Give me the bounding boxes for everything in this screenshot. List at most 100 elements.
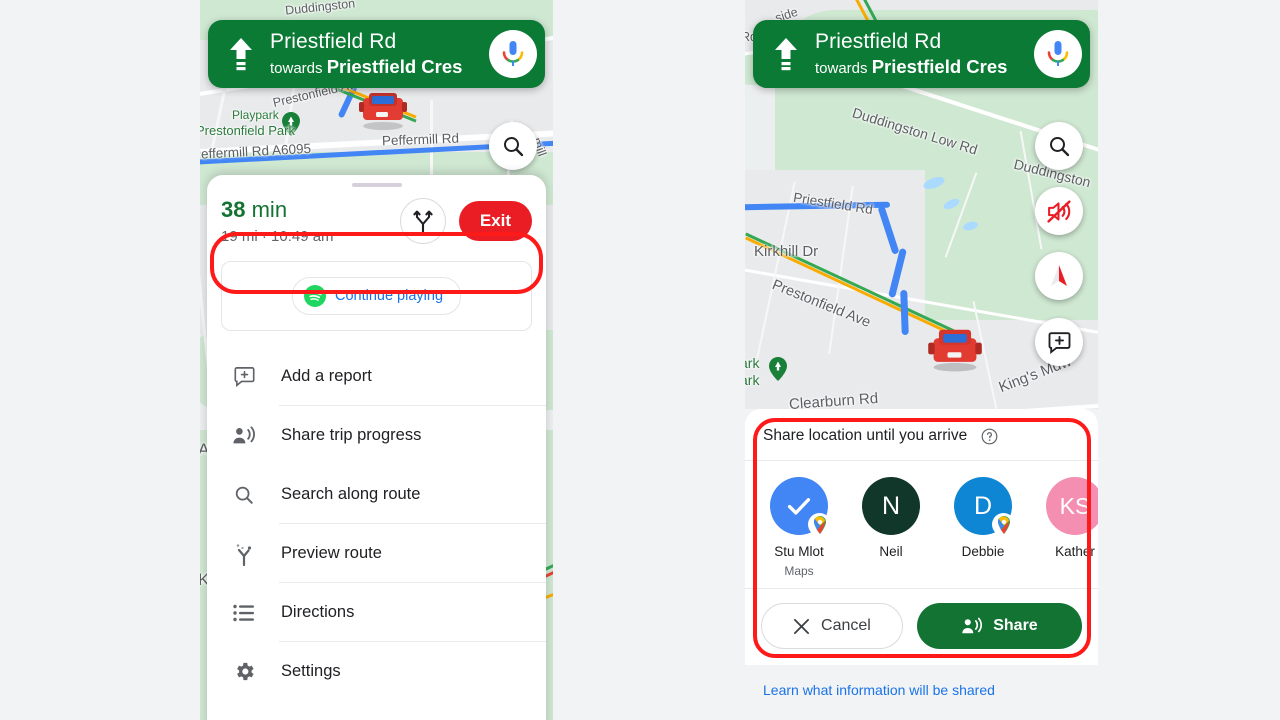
avatar: KS [1046, 477, 1098, 535]
left-phone-panel: Duddingston Prestonfield Ave Playpark Pr… [200, 0, 553, 720]
mute-toggle-button[interactable] [1035, 187, 1083, 235]
map-label: Kirkhill Dr [754, 243, 819, 260]
map-label: Prestonfield Park [200, 123, 295, 138]
search-icon [1050, 137, 1070, 157]
assistant-mic-icon[interactable] [1034, 30, 1082, 78]
menu-item-label: Directions [281, 603, 355, 621]
eta-time: 38 min [221, 197, 400, 223]
menu-item-label: Add a report [281, 367, 372, 385]
contact-name: Kather [1055, 544, 1095, 559]
avatar [770, 477, 831, 536]
gear-icon [229, 660, 259, 683]
share-label: Share [993, 617, 1038, 634]
navigation-menu-list: Add a report Share trip progress Search … [207, 347, 546, 701]
park-pin-icon [769, 357, 787, 381]
share-sheet-title: Share location until you arrive [763, 427, 968, 444]
right-phone-panel: Rd side Duddingston Low Rd Duddingston P… [745, 0, 1098, 720]
nav-towards-line: towards Priestfield Cres [270, 55, 483, 78]
contact-name: Stu Mlot [774, 544, 824, 559]
contact-item[interactable]: N Neil [853, 477, 929, 578]
share-card: Share location until you arrive Stu Mlot… [745, 409, 1098, 665]
menu-item-search-along-route[interactable]: Search along route [207, 465, 546, 524]
directions-list-icon [229, 604, 259, 622]
avatar-circle: N [862, 477, 920, 535]
navigation-banner-text: Priestfield Rd towards Priestfield Cres [801, 30, 1028, 77]
map-label: ark [745, 372, 760, 388]
screenshot-stage: Duddingston Prestonfield Ave Playpark Pr… [0, 0, 1280, 720]
straight-arrow-icon [226, 37, 256, 71]
share-trip-icon [962, 617, 983, 633]
alternate-routes-icon [413, 210, 433, 234]
share-button[interactable]: Share [916, 603, 1082, 649]
map-label: Peffermill Rd [381, 130, 460, 149]
contact-subtitle: Maps [784, 564, 814, 578]
cancel-button[interactable]: Cancel [761, 603, 903, 649]
navigation-banner[interactable]: Priestfield Rd towards Priestfield Cres [208, 20, 545, 88]
contact-item[interactable]: D Debbie [945, 477, 1021, 578]
media-card: Continue playing [221, 261, 532, 331]
contact-name: Debbie [961, 544, 1005, 559]
nav-towards-street: Priestfield Cres [326, 55, 463, 77]
navigation-banner[interactable]: Priestfield Rd towards Priestfield Cres [753, 20, 1090, 88]
eta-texts: 38 min 19 mi · 10:49 am [221, 197, 400, 245]
nav-towards-prefix: towards [815, 59, 868, 77]
menu-item-label: Search along route [281, 485, 421, 503]
learn-more-link[interactable]: Learn what information will be shared [745, 665, 1098, 720]
search-icon [229, 484, 259, 506]
assistant-mic-icon[interactable] [489, 30, 537, 78]
menu-item-share-trip-progress[interactable]: Share trip progress [207, 406, 546, 465]
straight-arrow-icon [771, 37, 801, 71]
vehicle-marker-icon [359, 93, 407, 130]
menu-item-directions[interactable]: Directions [207, 583, 546, 642]
contact-name: Neil [879, 544, 903, 559]
help-circle-icon[interactable] [981, 428, 998, 445]
nav-towards-line: towards Priestfield Cres [815, 55, 1028, 78]
navigation-banner-text: Priestfield Rd towards Priestfield Cres [256, 30, 483, 77]
add-report-button[interactable] [1035, 318, 1083, 366]
avatar-circle: KS [1046, 477, 1098, 535]
nav-towards-street: Priestfield Cres [871, 55, 1008, 77]
compass-button[interactable] [1035, 252, 1083, 300]
avatar: N [862, 477, 920, 535]
share-contacts-row: Stu Mlot Maps N Neil D Debbie KS Kather [745, 461, 1098, 589]
maps-pin-badge-icon [808, 513, 831, 536]
share-trip-icon [229, 425, 259, 447]
menu-item-add-a-report[interactable]: Add a report [207, 347, 546, 406]
search-icon [504, 137, 524, 157]
map-search-button[interactable] [1035, 122, 1083, 170]
avatar: D [954, 477, 1015, 536]
share-action-buttons: Cancel Share [745, 589, 1098, 665]
menu-item-label: Preview route [281, 544, 382, 562]
continue-playing-button[interactable]: Continue playing [291, 277, 462, 315]
preview-route-icon [229, 542, 259, 566]
map-label: Playpark [232, 108, 279, 122]
menu-item-preview-route[interactable]: Preview route [207, 524, 546, 583]
spotify-icon [303, 285, 326, 307]
map-search-button[interactable] [489, 122, 537, 170]
navigation-bottom-sheet: 38 min 19 mi · 10:49 am Exit Continue pl… [207, 175, 546, 720]
eta-value: 38 [221, 197, 246, 222]
nav-street-name: Priestfield Rd [270, 30, 397, 54]
exit-navigation-button[interactable]: Exit [458, 201, 532, 241]
maps-pin-badge-icon [992, 513, 1015, 536]
eta-row: 38 min 19 mi · 10:49 am Exit [207, 187, 546, 249]
menu-item-settings[interactable]: Settings [207, 642, 546, 701]
contact-item[interactable]: Stu Mlot Maps [761, 477, 837, 578]
eta-unit: min [251, 197, 288, 222]
nav-towards-prefix: towards [270, 59, 323, 77]
vehicle-marker-icon [928, 329, 982, 372]
add-report-icon [229, 365, 259, 388]
nav-street-name: Priestfield Rd [815, 30, 942, 54]
continue-playing-label: Continue playing [334, 288, 444, 304]
close-icon [794, 618, 810, 634]
menu-item-label: Share trip progress [281, 426, 422, 444]
share-location-sheet: Share location until you arrive Stu Mlot… [745, 409, 1098, 720]
mute-icon [1046, 199, 1071, 223]
alternate-routes-button[interactable] [399, 198, 446, 244]
add-report-icon [1048, 331, 1070, 354]
menu-item-label: Settings [281, 662, 341, 680]
contact-item[interactable]: KS Kather [1037, 477, 1098, 578]
eta-details: 19 mi · 10:49 am [221, 228, 334, 245]
share-title-row: Share location until you arrive [745, 409, 1098, 461]
map-label: ark [745, 355, 760, 371]
